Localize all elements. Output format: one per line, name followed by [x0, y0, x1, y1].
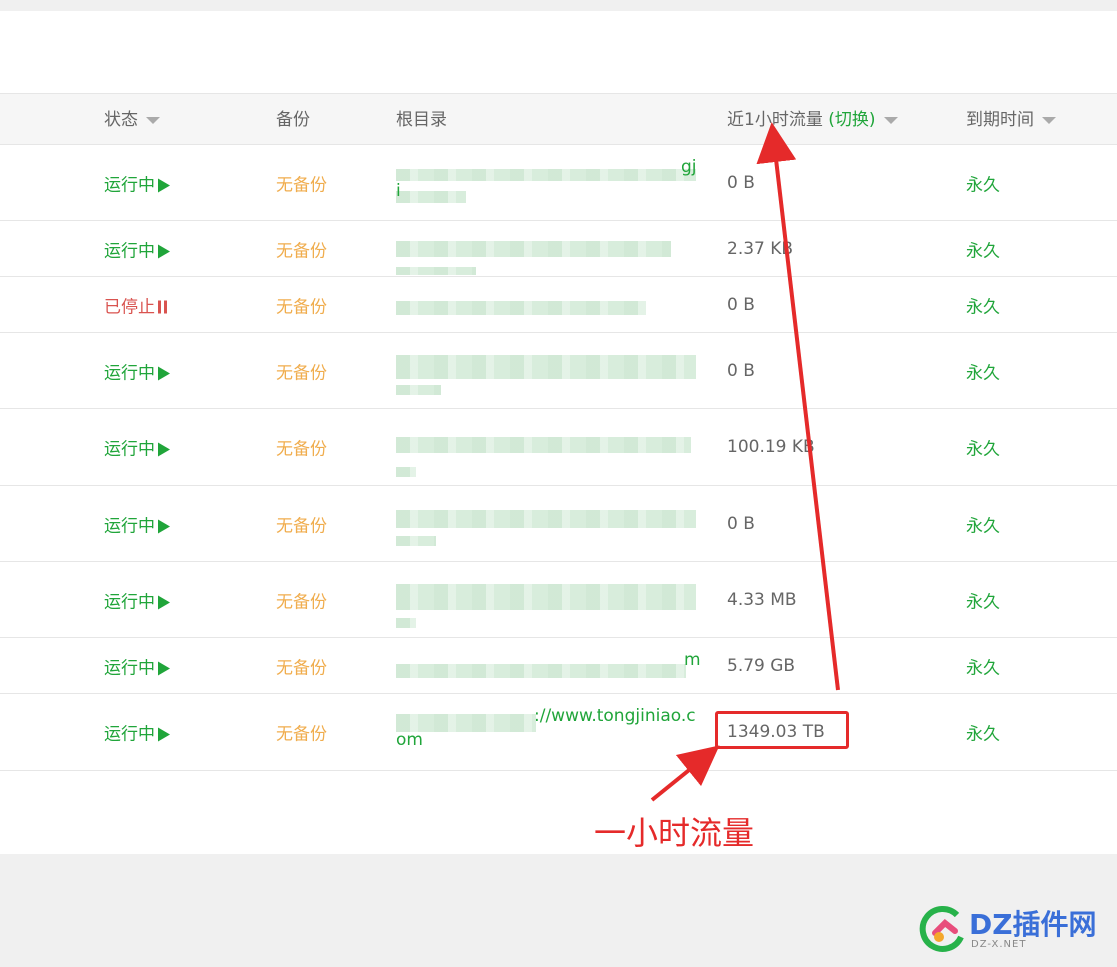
- annotation-arrows: [650, 122, 840, 802]
- arrow-up: [756, 122, 840, 691]
- arrow-to-box: [650, 745, 720, 802]
- watermark-text: DZ插件网: [969, 908, 1097, 941]
- watermark-subtext: DZ-X.NET: [971, 939, 1027, 950]
- watermark-logo-icon: [919, 906, 964, 952]
- watermark: DZ插件网 DZ-X.NET: [917, 899, 1107, 959]
